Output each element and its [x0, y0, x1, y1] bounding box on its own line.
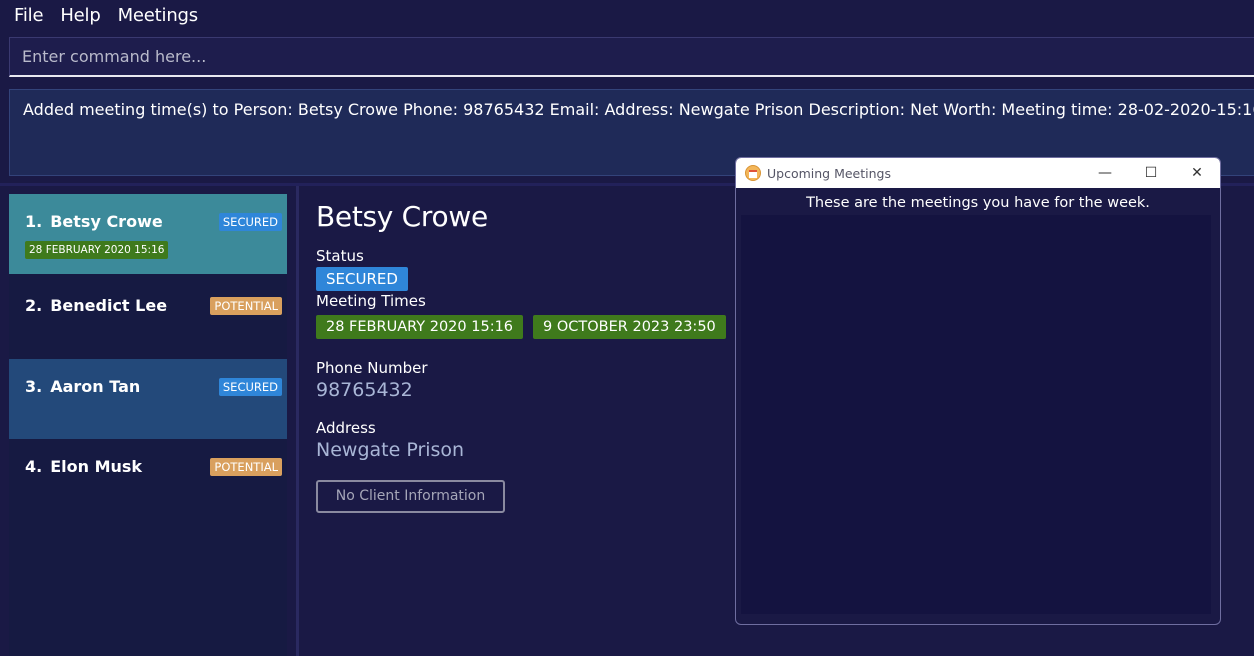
- meeting-times: 28 FEBRUARY 2020 15:16 9 OCTOBER 2023 23…: [316, 315, 736, 339]
- person-name-text: Aaron Tan: [50, 377, 141, 396]
- status-badge: SECURED: [218, 212, 282, 231]
- status-badge: SECURED: [218, 377, 282, 396]
- minimize-icon[interactable]: —: [1082, 158, 1128, 188]
- person-index: 3.: [25, 377, 43, 396]
- person-name-text: Elon Musk: [50, 457, 143, 476]
- person-name-text: Benedict Lee: [50, 296, 168, 315]
- person-name: 3. Aaron Tan: [25, 377, 140, 396]
- status-badge: POTENTIAL: [210, 457, 282, 476]
- window-title: Upcoming Meetings: [767, 165, 891, 181]
- person-list[interactable]: 1. Betsy Crowe SECURED 28 FEBRUARY 2020 1…: [9, 194, 287, 656]
- person-name-text: Betsy Crowe: [50, 212, 163, 231]
- menu-file[interactable]: File: [14, 5, 44, 26]
- maximize-icon[interactable]: ☐: [1128, 158, 1174, 188]
- menu-bar: File Help Meetings: [0, 0, 1254, 30]
- person-index: 1.: [25, 212, 43, 231]
- command-input[interactable]: [10, 38, 1254, 75]
- phone-value: 98765432: [316, 379, 413, 401]
- person-name: 2. Benedict Lee: [25, 296, 167, 315]
- person-card[interactable]: 3. Aaron Tan SECURED: [9, 359, 287, 439]
- status-label: Status: [316, 247, 364, 265]
- panel-divider[interactable]: [296, 186, 299, 656]
- address-label: Address: [316, 419, 376, 437]
- address-value: Newgate Prison: [316, 439, 465, 461]
- calendar-app-icon: [745, 165, 761, 181]
- client-info-button[interactable]: No Client Information: [316, 480, 505, 513]
- person-name: 1. Betsy Crowe: [25, 212, 163, 231]
- meetings-list[interactable]: [741, 215, 1211, 614]
- window-titlebar[interactable]: Upcoming Meetings — ☐ ✕: [736, 158, 1220, 188]
- person-card[interactable]: 4. Elon Musk POTENTIAL: [9, 439, 287, 519]
- person-index: 4.: [25, 457, 43, 476]
- person-detail: Betsy Crowe Status SECURED Meeting Times…: [316, 200, 736, 513]
- detail-name: Betsy Crowe: [316, 200, 488, 233]
- popup-heading: These are the meetings you have for the …: [806, 195, 1150, 211]
- upcoming-meetings-window: Upcoming Meetings — ☐ ✕ These are the me…: [735, 157, 1221, 625]
- meeting-chip: 9 OCTOBER 2023 23:50: [533, 315, 726, 339]
- status-badge: POTENTIAL: [210, 296, 282, 315]
- phone-label: Phone Number: [316, 359, 428, 377]
- person-card[interactable]: 1. Betsy Crowe SECURED 28 FEBRUARY 2020 1…: [9, 194, 287, 274]
- command-box: [9, 37, 1254, 77]
- person-name: 4. Elon Musk: [25, 457, 142, 476]
- menu-meetings[interactable]: Meetings: [118, 5, 199, 26]
- status-badge: SECURED: [316, 267, 408, 291]
- meeting-chip: 28 FEBRUARY 2020 15:16: [316, 315, 524, 339]
- close-icon[interactable]: ✕: [1174, 158, 1220, 188]
- menu-help[interactable]: Help: [60, 5, 100, 26]
- person-card[interactable]: 2. Benedict Lee POTENTIAL: [9, 278, 287, 358]
- meeting-chip: 28 FEBRUARY 2020 15:16: [25, 241, 169, 259]
- window-controls: — ☐ ✕: [1082, 158, 1220, 188]
- person-index: 2.: [25, 296, 43, 315]
- meeting-times-label: Meeting Times: [316, 292, 426, 310]
